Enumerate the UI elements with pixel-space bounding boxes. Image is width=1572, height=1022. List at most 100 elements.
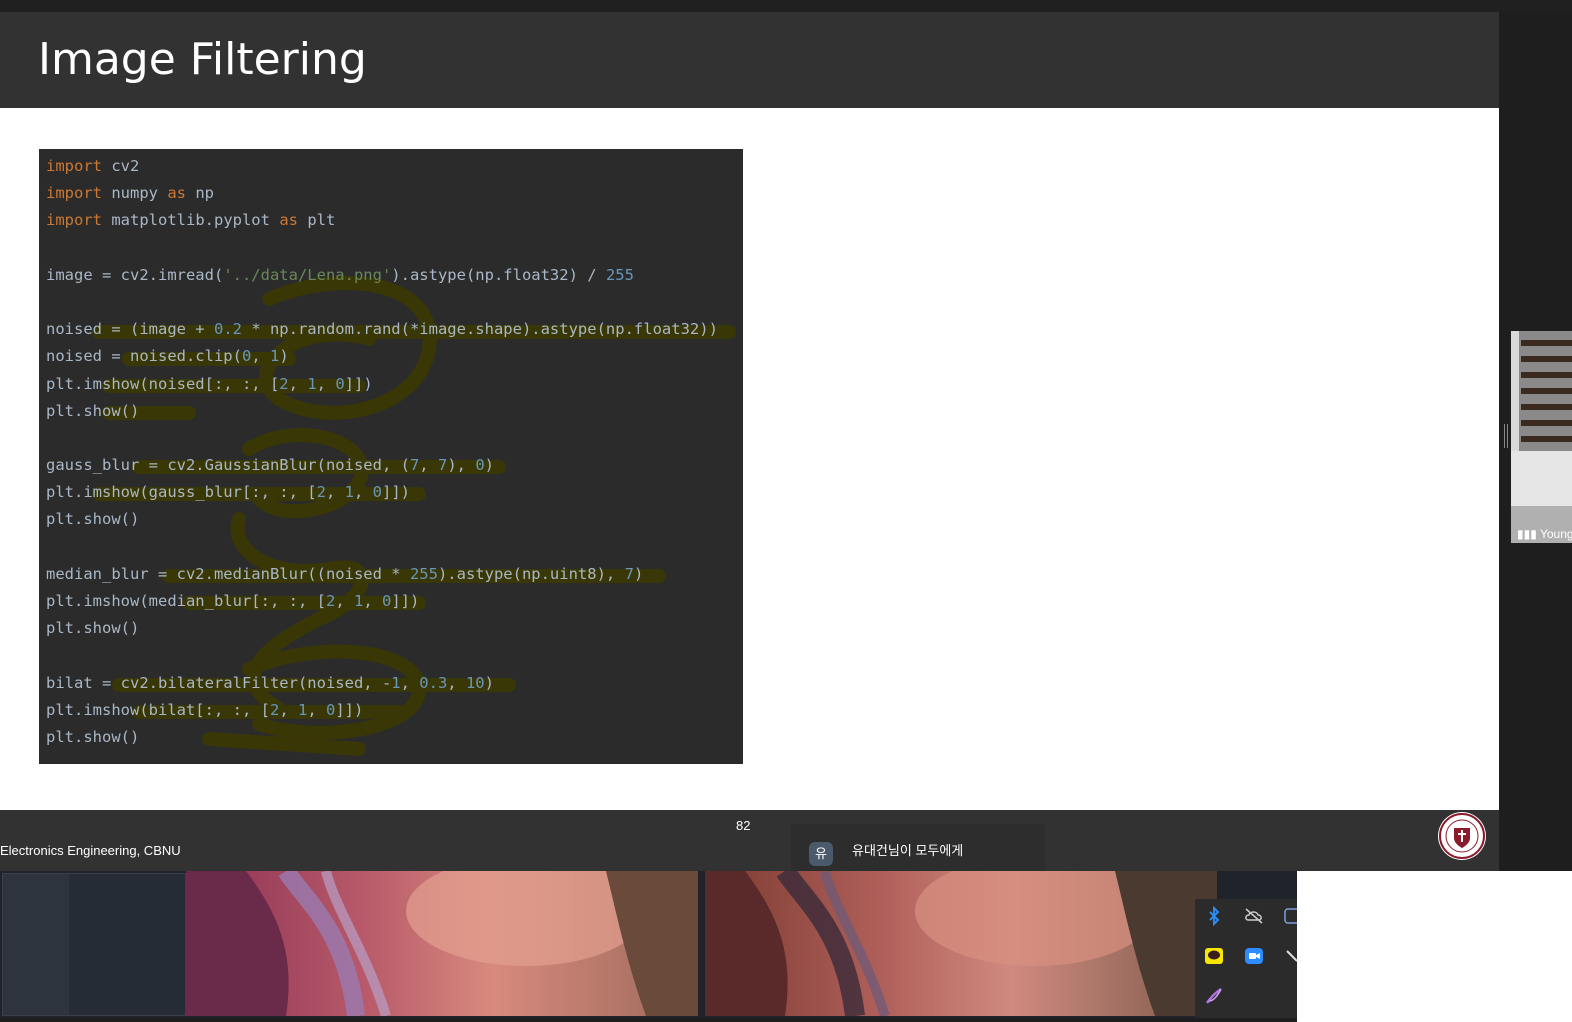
code-line: plt.imshow(median_blur[:, :, [2, 1, 0]]) [46, 588, 743, 615]
code-token: 255 [409, 564, 438, 583]
code-token: plt.show() [46, 619, 140, 638]
code-token: 1 [353, 592, 364, 610]
system-tray-popup [1195, 899, 1302, 1018]
code-line: plt.imshow(bilat[:, :, [2, 1, 0]]) [46, 697, 743, 724]
kakaotalk-icon[interactable] [1203, 945, 1225, 967]
code-token: 1 [297, 700, 308, 719]
code-token: ), [447, 456, 476, 475]
code-token: as [279, 211, 298, 230]
code-token: np [186, 184, 214, 203]
code-token: 0 [382, 592, 392, 610]
code-token: ) [484, 673, 494, 692]
panel-resize-handle[interactable] [1504, 424, 1508, 448]
code-token: , [279, 700, 298, 719]
code-line: plt.show() [46, 506, 743, 533]
code-token: import [46, 157, 102, 175]
code-token: plt.imshow(noised[:, :, [ [46, 374, 280, 393]
code-token: 0 [326, 700, 336, 719]
code-token: , [325, 483, 345, 502]
code-token: cv2 [102, 157, 140, 175]
code-line: bilat = cv2.bilateralFilter(noised, -1, … [46, 670, 743, 697]
code-token: , [307, 700, 326, 719]
page-number: 82 [736, 818, 751, 833]
code-block: import cv2 import numpy as np import matpl… [39, 149, 743, 764]
code-line: median_blur = cv2.medianBlur((noised * 2… [46, 561, 743, 588]
code-token: 0.2 [213, 320, 242, 339]
code-token: , [353, 483, 373, 502]
slide: Image Filtering import cv2 import numpy … [0, 12, 1499, 871]
code-token: , [335, 592, 354, 610]
code-line: image = cv2.imread('../data/Lena.png').a… [46, 262, 743, 289]
code-token: 1 [269, 347, 280, 366]
code-token: 0 [475, 456, 485, 475]
zoom-icon[interactable] [1243, 945, 1265, 967]
code-token: noised = (image + [46, 320, 214, 339]
code-token: ).astype(np.float32) / [391, 265, 606, 284]
code-token: , [288, 374, 308, 393]
slide-title: Image Filtering [38, 34, 367, 85]
code-token: , [363, 592, 382, 610]
code-token: plt [297, 211, 336, 230]
chat-avatar: 유 [809, 842, 833, 866]
participant-video[interactable]: ▮▮▮ Young [1511, 331, 1572, 543]
code-line: plt.show() [46, 724, 743, 751]
code-token: plt.show() [46, 727, 140, 746]
code-token: noised = noised.clip( [46, 347, 242, 366]
code-line: plt.show() [46, 398, 743, 425]
code-line: plt.imshow(noised[:, :, [2, 1, 0]]) [46, 371, 743, 398]
code-lines: import cv2 import numpy as np import matpl… [46, 153, 743, 751]
code-token: , [316, 374, 336, 393]
code-token: median_blur = cv2.medianBlur((noised * [46, 564, 410, 583]
code-token: as [167, 184, 186, 203]
desktop-background [1297, 871, 1572, 1022]
image-thumbnail-2[interactable] [705, 871, 1217, 1016]
code-token: 2 [269, 700, 280, 719]
code-token: gauss_blur = cv2.GaussianBlur(noised, ( [46, 456, 410, 475]
code-token: 0 [372, 483, 382, 502]
image-thumbnail-1[interactable] [186, 871, 698, 1016]
code-token: * np.random.rand(*image.shape).astype(np… [241, 320, 718, 339]
feather-icon[interactable] [1203, 985, 1225, 1007]
code-token: plt.imshow(bilat[:, :, [ [46, 700, 270, 719]
code-token: import [46, 211, 102, 230]
code-line: noised = (image + 0.2 * np.random.rand(*… [46, 316, 743, 343]
thumbnail-panel-sidebar [3, 874, 69, 1015]
code-token: ).astype(np.uint8), [437, 564, 625, 583]
code-token: plt.imshow(median_blur[:, :, [ [46, 592, 326, 610]
code-token: numpy [102, 184, 168, 203]
code-token: ]]) [335, 700, 364, 719]
code-line: noised = noised.clip(0, 1) [46, 343, 743, 370]
code-token: plt.imshow(gauss_blur[:, :, [ [46, 483, 317, 502]
code-token: ) [279, 347, 289, 366]
cloud-off-icon[interactable] [1243, 905, 1265, 927]
code-token: , [419, 456, 438, 475]
code-token: matplotlib.pyplot [102, 211, 280, 230]
code-line: import cv2 [46, 153, 743, 180]
university-logo [1438, 812, 1486, 860]
code-token: plt.show() [46, 401, 140, 420]
code-token: , [251, 347, 270, 366]
code-token: import [46, 184, 102, 203]
code-line: gauss_blur = cv2.GaussianBlur(noised, ( 7… [46, 452, 743, 479]
taskbar-thumbnail-strip [0, 871, 1297, 1018]
code-line: import matplotlib.pyplot as plt [46, 207, 743, 234]
bluetooth-icon[interactable] [1203, 905, 1225, 927]
code-line: plt.show() [46, 615, 743, 642]
code-token: ) [484, 456, 494, 475]
code-token: 2 [279, 374, 289, 393]
code-token: 2 [325, 592, 336, 610]
code-token: bilat = cv2.bilateralFilter(noised, - [46, 673, 392, 692]
slide-header: Image Filtering [0, 12, 1499, 108]
code-token: image = cv2.imread( [46, 265, 224, 284]
code-token: 7 [437, 456, 448, 475]
code-token: plt.show() [46, 510, 140, 529]
code-token: '../data/Lena.png' [223, 265, 392, 284]
thumbnail-panel[interactable] [2, 873, 186, 1016]
code-token: ]]) [382, 483, 410, 502]
code-token: , [400, 673, 420, 692]
chat-notification[interactable]: 유 유대건님이 모두에게 [791, 824, 1045, 872]
